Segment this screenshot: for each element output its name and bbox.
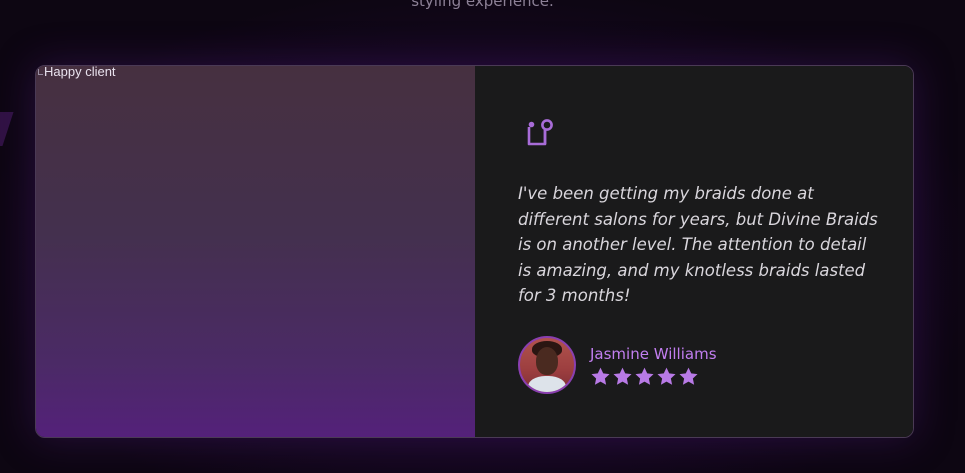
broken-image-indicator: Happy client: [38, 66, 116, 78]
section-subtitle: styling experience.: [411, 0, 554, 10]
testimonial-quote: I've been getting my braids done at diff…: [518, 184, 878, 305]
image-alt-text: Happy client: [44, 65, 116, 79]
testimonial-card: Happy client I've been getting my braids…: [35, 65, 914, 438]
star-icon: [657, 367, 676, 385]
testimonial-author: Jasmine Williams: [518, 336, 717, 394]
star-icon: [635, 367, 654, 385]
broken-image-icon: [38, 69, 43, 75]
star-rating: [590, 366, 717, 387]
star-icon: [679, 367, 698, 385]
avatar: [518, 336, 576, 394]
star-icon: [613, 367, 632, 385]
quote-icon: [527, 119, 553, 146]
author-info: Jasmine Williams: [590, 344, 717, 387]
testimonial-content: I've been getting my braids done at diff…: [475, 66, 913, 437]
client-image: Happy client: [36, 66, 475, 437]
avatar-shirt: [528, 376, 566, 392]
avatar-face: [536, 347, 558, 375]
author-name: Jasmine Williams: [590, 344, 717, 363]
star-icon: [591, 367, 610, 385]
decorative-edge-shape: [0, 112, 14, 146]
